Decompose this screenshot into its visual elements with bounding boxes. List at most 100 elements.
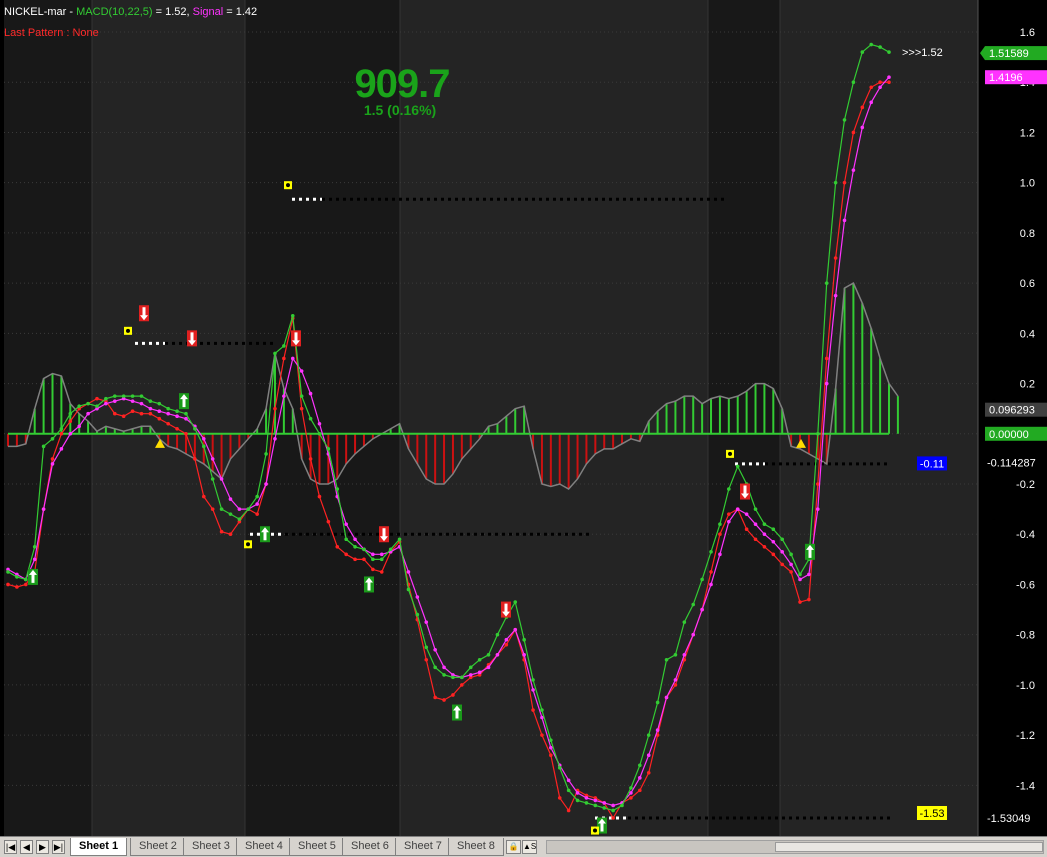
tab-sheet-3[interactable]: Sheet 3 xyxy=(183,838,239,856)
tab-sheet-4[interactable]: Sheet 4 xyxy=(236,838,292,856)
next-sheet-button[interactable]: ▶ xyxy=(36,840,49,854)
series-point-2 xyxy=(824,356,829,361)
series-point-0 xyxy=(15,575,19,579)
series-point-2 xyxy=(424,657,429,662)
tab-sheet-2[interactable]: Sheet 2 xyxy=(130,838,186,856)
last-sheet-button[interactable]: ▶| xyxy=(52,840,65,854)
axis-value-text-1: 1.51589 xyxy=(989,48,1029,60)
chart-area[interactable]: 1.61.41.21.00.80.60.40.20-0.2-0.4-0.6-0.… xyxy=(0,0,1047,836)
series-point-0 xyxy=(415,612,420,617)
series-point-1 xyxy=(210,457,215,461)
series-point-0 xyxy=(41,444,46,449)
series-point-2 xyxy=(379,570,384,574)
buy-arrow-icon xyxy=(805,543,815,560)
series-point-0 xyxy=(299,394,304,398)
series-point-1 xyxy=(504,637,509,642)
tab-sheet-7[interactable]: Sheet 7 xyxy=(395,838,451,856)
series-point-1 xyxy=(139,401,144,406)
scroll-lock-icon[interactable]: ▲S xyxy=(522,840,537,854)
buy-arrow-icon xyxy=(452,704,462,721)
series-point-0 xyxy=(308,416,313,421)
series-point-0 xyxy=(112,394,117,398)
series-point-0 xyxy=(255,494,259,499)
series-point-0 xyxy=(584,801,589,805)
series-point-1 xyxy=(77,424,81,429)
series-point-0 xyxy=(531,678,535,682)
scrollbar-thumb[interactable] xyxy=(775,842,1043,852)
series-point-0 xyxy=(851,80,856,85)
series-point-2 xyxy=(869,85,874,90)
series-point-0 xyxy=(104,396,108,401)
first-sheet-button[interactable]: |◀ xyxy=(4,840,17,854)
series-point-1 xyxy=(887,75,891,80)
series-point-0 xyxy=(878,45,882,49)
axis-value-text-4: 0.00000 xyxy=(989,429,1029,441)
series-point-0 xyxy=(326,447,331,451)
series-point-0 xyxy=(495,632,500,637)
series-point-1 xyxy=(709,582,713,587)
series-point-0 xyxy=(753,507,758,511)
signal-label: Signal xyxy=(192,6,224,18)
series-point-2 xyxy=(566,808,571,813)
last-pattern-label: Last Pattern : None xyxy=(4,27,99,39)
series-point-0 xyxy=(798,572,802,577)
axis-value-label-6: -1.53049 xyxy=(987,813,1030,825)
series-point-1 xyxy=(50,462,55,466)
series-point-2 xyxy=(371,567,375,572)
series-point-0 xyxy=(513,600,518,604)
series-point-0 xyxy=(406,587,411,592)
series-point-1 xyxy=(86,411,90,416)
tab-sheet-5[interactable]: Sheet 5 xyxy=(289,838,345,856)
y-tick-label-3: 1.0 xyxy=(1020,178,1035,190)
level-tag-text-0: -0.11 xyxy=(920,458,944,470)
sell-arrow-icon xyxy=(501,601,511,618)
series-point-2 xyxy=(727,512,731,516)
series-point-2 xyxy=(807,597,811,602)
series-point-1 xyxy=(575,791,580,795)
series-point-1 xyxy=(513,627,518,632)
macd-value: = 1.52, xyxy=(152,6,193,18)
series-point-2 xyxy=(860,105,865,110)
series-point-1 xyxy=(477,670,482,675)
lock-icon[interactable]: 🔒 xyxy=(506,840,521,854)
series-point-1 xyxy=(255,502,259,506)
series-point-2 xyxy=(326,519,331,524)
series-point-1 xyxy=(771,539,776,544)
series-point-1 xyxy=(655,728,660,732)
series-point-1 xyxy=(282,394,286,398)
y-tick-label-5: 0.6 xyxy=(1020,278,1035,290)
series-point-1 xyxy=(700,607,704,612)
y-tick-label-2: 1.2 xyxy=(1020,127,1035,139)
tab-sheet-1[interactable]: Sheet 1 xyxy=(70,838,128,856)
tab-sheet-6[interactable]: Sheet 6 xyxy=(342,838,398,856)
tab-sheet-8[interactable]: Sheet 8 xyxy=(448,838,504,856)
series-point-0 xyxy=(362,547,366,552)
session-band-1 xyxy=(92,0,245,836)
series-point-0 xyxy=(282,344,286,348)
series-point-1 xyxy=(780,550,785,554)
series-point-1 xyxy=(833,293,838,298)
series-point-1 xyxy=(816,507,820,511)
series-point-1 xyxy=(157,409,162,413)
sheet-tab-bar: |◀ ◀ ▶ ▶| Sheet 1 Sheet 2 Sheet 3 Sheet … xyxy=(0,836,1047,857)
y-tick-label-12: -0.8 xyxy=(1016,630,1035,642)
series-point-0 xyxy=(6,570,10,574)
session-band-3 xyxy=(400,0,708,836)
series-point-1 xyxy=(273,437,277,441)
series-point-1 xyxy=(379,552,384,557)
series-point-0 xyxy=(166,406,170,411)
horizontal-scrollbar[interactable] xyxy=(546,840,1044,854)
series-point-0 xyxy=(655,700,660,705)
macd-chart[interactable]: 1.61.41.21.00.80.60.40.20-0.2-0.4-0.6-0.… xyxy=(0,0,1047,836)
series-point-2 xyxy=(851,130,856,135)
series-point-0 xyxy=(700,577,704,582)
prev-sheet-button[interactable]: ◀ xyxy=(20,840,33,854)
series-point-1 xyxy=(753,522,758,526)
price-change: 1.5 (0.16%) xyxy=(363,102,437,118)
series-point-0 xyxy=(32,544,37,549)
series-point-0 xyxy=(620,803,624,808)
series-point-0 xyxy=(762,522,767,526)
y-tick-label-6: 0.4 xyxy=(1020,328,1035,340)
series-point-0 xyxy=(842,118,847,122)
series-point-2 xyxy=(112,411,117,416)
